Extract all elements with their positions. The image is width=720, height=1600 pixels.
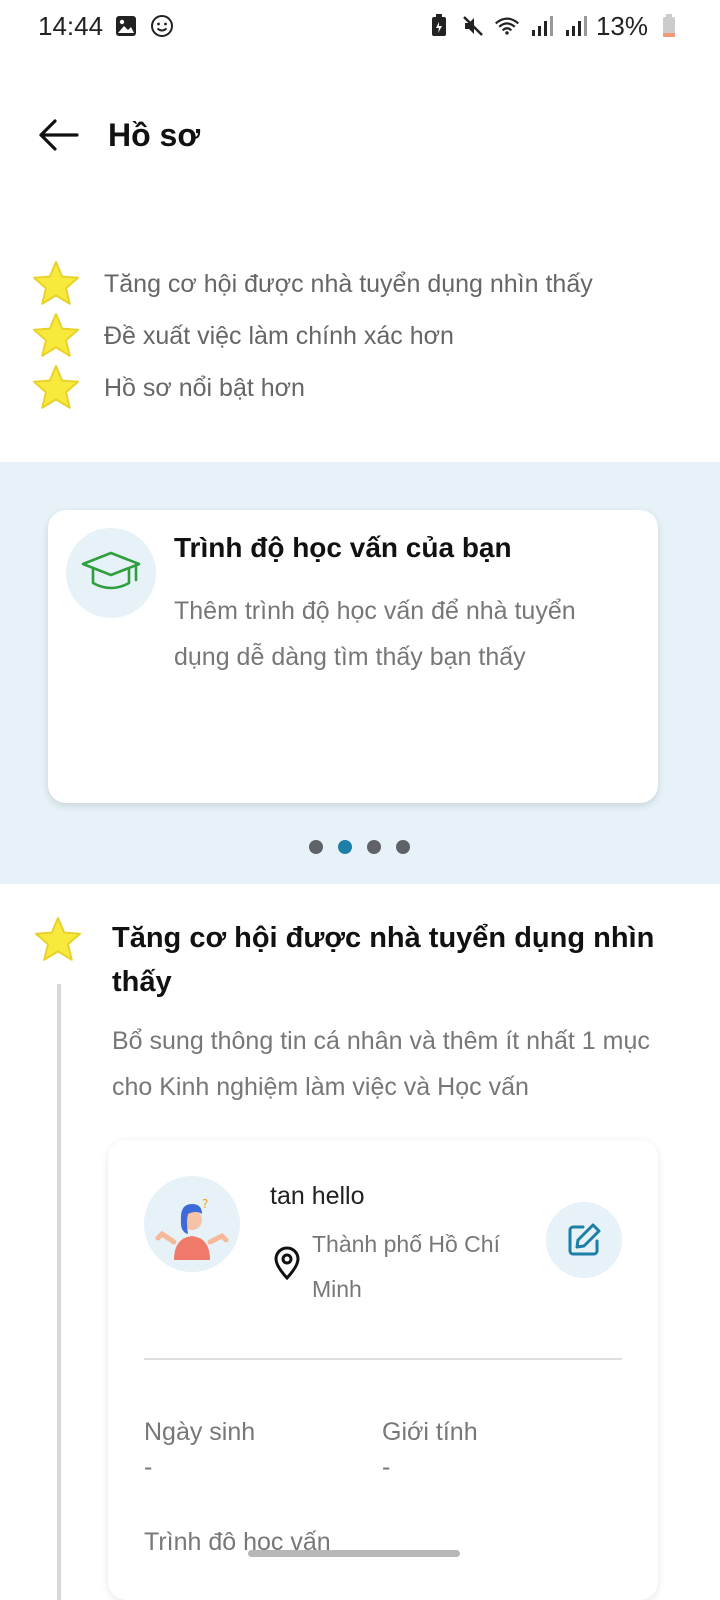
wifi-icon xyxy=(494,13,520,39)
education-icon-container xyxy=(66,528,156,618)
battery-icon xyxy=(656,13,682,39)
mute-icon xyxy=(460,13,486,39)
birth-date-label: Ngày sinh xyxy=(144,1418,256,1446)
signal-icon xyxy=(562,13,588,39)
profile-name: tan hello xyxy=(270,1182,365,1210)
status-bar: 14:44 13% xyxy=(0,0,720,52)
benefit-item: Đề xuất việc làm chính xác hơn xyxy=(30,310,690,362)
app-bar: Hồ sơ xyxy=(0,100,720,170)
section-description: Bổ sung thông tin cá nhân và thêm ít nhấ… xyxy=(112,1027,650,1101)
carousel-dot[interactable] xyxy=(396,840,410,854)
birth-date-value: - xyxy=(144,1453,153,1481)
arrow-left-icon xyxy=(39,119,79,151)
star-icon xyxy=(33,365,79,409)
birth-date-field: Ngày sinh - xyxy=(144,1418,255,1482)
profile-location: Thành phố Hồ Chí Minh xyxy=(312,1231,500,1302)
carousel-dot[interactable] xyxy=(309,840,323,854)
benefit-item: Tăng cơ hội được nhà tuyển dụng nhìn thấ… xyxy=(30,258,690,310)
edit-profile-button[interactable] xyxy=(546,1202,622,1278)
star-icon xyxy=(35,917,81,961)
education-card-description: Thêm trình độ học vấn để nhà tuyển dụng … xyxy=(174,597,576,671)
avatar-illustration-icon: ? xyxy=(155,1197,229,1260)
signal-icon xyxy=(528,13,554,39)
location-pin-icon xyxy=(274,1246,300,1280)
avatar: ? xyxy=(144,1176,240,1272)
back-button[interactable] xyxy=(34,110,84,160)
section-title: Tăng cơ hội được nhà tuyển dụng nhìn thấ… xyxy=(112,922,655,998)
carousel[interactable]: Trình độ học vấn của bạn Thêm trình độ h… xyxy=(0,462,720,884)
battery-saver-icon xyxy=(426,13,452,39)
benefit-text: Tăng cơ hội được nhà tuyển dụng nhìn thấ… xyxy=(104,269,593,298)
benefit-text: Đề xuất việc làm chính xác hơn xyxy=(104,321,454,350)
image-icon xyxy=(113,13,139,39)
gender-value: - xyxy=(382,1453,391,1481)
education-card[interactable]: Trình độ học vấn của bạn Thêm trình độ h… xyxy=(48,510,658,803)
home-indicator[interactable] xyxy=(248,1550,460,1557)
battery-percent: 13% xyxy=(595,10,648,41)
gender-label: Giới tính xyxy=(382,1418,478,1446)
gender-field: Giới tính - xyxy=(382,1418,478,1482)
star-icon xyxy=(33,313,79,357)
divider xyxy=(144,1358,622,1360)
smiley-icon xyxy=(149,13,175,39)
status-time: 14:44 xyxy=(38,10,104,41)
svg-text:?: ? xyxy=(202,1197,208,1211)
education-level-label: Trình độ học vấn xyxy=(144,1528,331,1550)
benefits-list: Tăng cơ hội được nhà tuyển dụng nhìn thấ… xyxy=(30,258,690,414)
page-title: Hồ sơ xyxy=(108,116,201,153)
timeline-line xyxy=(57,984,61,1600)
carousel-dot-active[interactable] xyxy=(338,840,352,854)
carousel-pagination xyxy=(0,840,720,854)
graduation-cap-icon xyxy=(81,551,141,590)
edit-icon xyxy=(568,1223,601,1256)
star-icon xyxy=(33,261,79,305)
profile-card: ? tan hello Thành phố Hồ Chí Minh Ngày s… xyxy=(108,1140,658,1600)
carousel-dot[interactable] xyxy=(367,840,381,854)
benefit-text: Hồ sơ nổi bật hơn xyxy=(104,373,305,402)
education-card-title: Trình độ học vấn của bạn xyxy=(174,532,512,563)
benefit-item: Hồ sơ nổi bật hơn xyxy=(30,362,690,414)
